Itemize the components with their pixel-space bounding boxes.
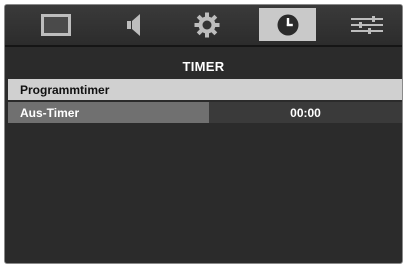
menu-item-label: Aus-Timer	[20, 106, 80, 120]
menu-item-value: 00:00	[290, 106, 321, 120]
tab-divider	[5, 45, 402, 47]
speaker-icon	[126, 13, 140, 36]
picture-icon	[40, 13, 71, 36]
gear-icon	[194, 12, 219, 37]
tab-sound[interactable]	[104, 8, 161, 41]
page-title: TIMER	[182, 59, 225, 74]
clock-icon	[277, 14, 298, 35]
sliders-icon	[350, 15, 383, 34]
menu-item-programmtimer[interactable]: Programmtimer	[8, 79, 402, 100]
tab-adjust[interactable]	[338, 8, 395, 41]
tab-picture[interactable]	[27, 8, 84, 41]
menu-item-label: Programmtimer	[20, 83, 110, 97]
menu-item-aus-timer[interactable]: Aus-Timer 00:00	[8, 102, 402, 123]
tab-settings[interactable]	[178, 8, 235, 41]
menu-screen: TIMER Programmtimer Aus-Timer 00:00	[4, 4, 403, 264]
menu-tab-bar	[5, 5, 402, 45]
tab-timer[interactable]	[259, 8, 316, 41]
